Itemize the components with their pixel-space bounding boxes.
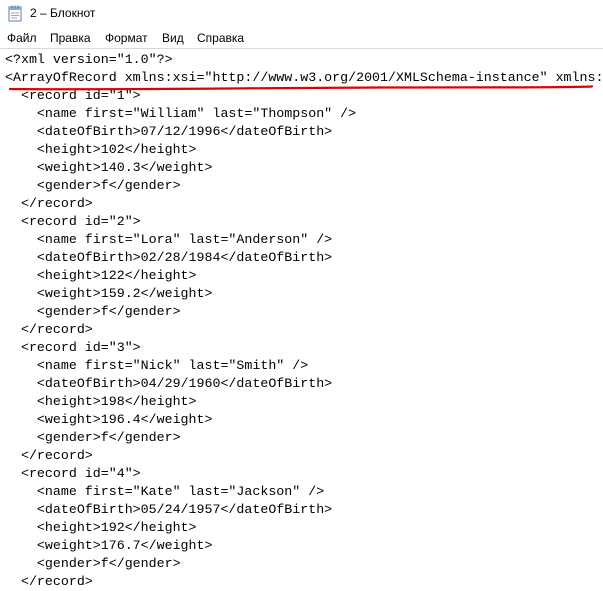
code-line: </record> [5,448,93,463]
window-title: 2 – Блокнот [30,6,96,20]
code-line: <height>102</height> [5,142,197,157]
menu-help[interactable]: Справка [196,31,245,45]
code-line: <dateOfBirth>04/29/1960</dateOfBirth> [5,376,333,391]
code-line: <name first="Nick" last="Smith" /> [5,358,309,373]
code-line: <gender>f</gender> [5,556,181,571]
title-bar[interactable]: 2 – Блокнот [0,0,603,28]
code-line: <record id="1"> [5,88,141,103]
menu-format[interactable]: Формат [104,31,149,45]
text-editor[interactable]: <?xml version="1.0"?> <ArrayOfRecord xmln… [0,49,603,591]
code-line: <record id="4"> [5,466,141,481]
menu-view[interactable]: Вид [161,31,185,45]
code-line: <record id="2"> [5,214,141,229]
code-line: <?xml version="1.0"?> [5,52,173,67]
code-line: <gender>f</gender> [5,430,181,445]
code-lines: <?xml version="1.0"?> <ArrayOfRecord xmln… [5,51,603,591]
menu-edit[interactable]: Правка [49,31,92,45]
code-line: <name first="Lora" last="Anderson" /> [5,232,333,247]
code-line: <dateOfBirth>05/24/1957</dateOfBirth> [5,502,333,517]
code-line: <height>192</height> [5,520,197,535]
code-line: <record id="3"> [5,340,141,355]
code-line: <gender>f</gender> [5,178,181,193]
code-line: <gender>f</gender> [5,304,181,319]
code-line: <name first="William" last="Thompson" /> [5,106,357,121]
code-line: </record> [5,574,93,589]
menu-file[interactable]: Файл [6,31,38,45]
code-line: </record> [5,322,93,337]
code-line: <height>198</height> [5,394,197,409]
code-line: <height>122</height> [5,268,197,283]
code-line: <weight>140.3</weight> [5,160,213,175]
notepad-icon [8,5,22,22]
menu-bar: Файл Правка Формат Вид Справка [0,28,603,49]
code-line: <dateOfBirth>07/12/1996</dateOfBirth> [5,124,333,139]
code-line: <weight>196.4</weight> [5,412,213,427]
notepad-window: 2 – Блокнот Файл Правка Формат Вид Справ… [0,0,603,591]
code-line: <weight>159.2</weight> [5,286,213,301]
code-line: <ArrayOfRecord xmlns:xsi="http://www.w3.… [5,70,603,85]
code-line: <weight>176.7</weight> [5,538,213,553]
code-line: <dateOfBirth>02/28/1984</dateOfBirth> [5,250,333,265]
code-line: </record> [5,196,93,211]
code-line: <name first="Kate" last="Jackson" /> [5,484,325,499]
